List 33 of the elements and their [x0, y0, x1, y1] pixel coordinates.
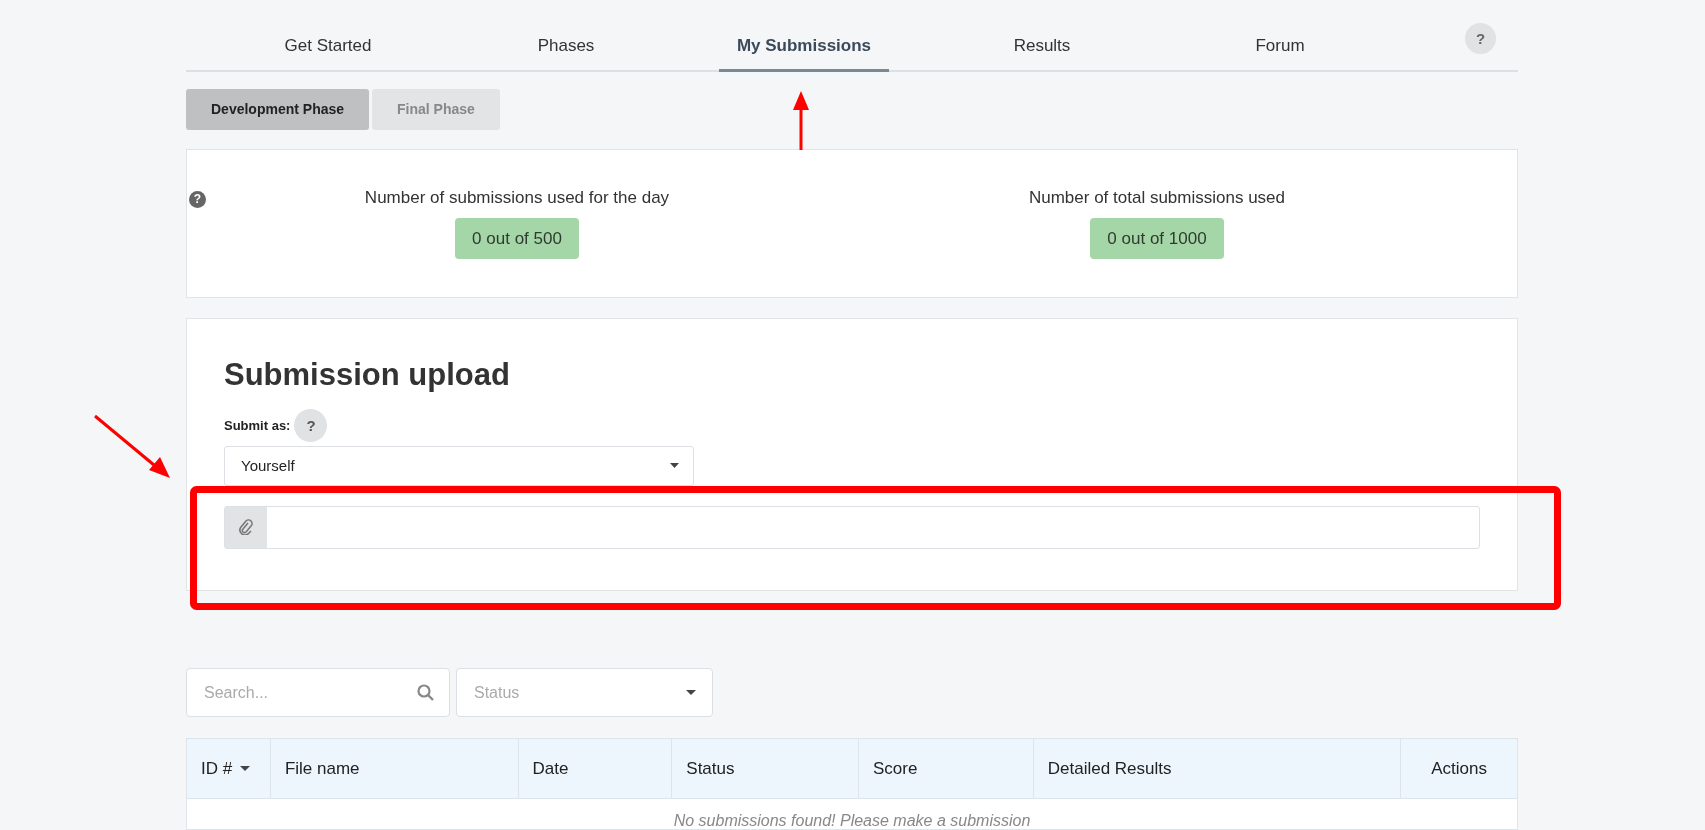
section-title: Submission upload [224, 355, 511, 394]
file-upload-field[interactable] [224, 505, 1480, 549]
annotation-arrow [793, 91, 809, 150]
empty-message: No submissions found! Please make a submission [672, 811, 1032, 829]
nav-tab[interactable]: Forum [1195, 0, 1365, 72]
stat-label: Number of submissions used for the day [364, 187, 670, 208]
help-icon: ? [189, 190, 206, 208]
nav-tab[interactable]: Results [957, 0, 1127, 72]
column-header: Status [672, 739, 859, 798]
help-button[interactable]: ? [1465, 23, 1496, 54]
nav-tab[interactable]: My Submissions [719, 0, 889, 72]
column-header: Actions [1430, 757, 1488, 780]
submit-as-dropdown[interactable]: Yourself [224, 445, 694, 486]
search-icon [417, 684, 434, 701]
column-header: Detailed Results [1033, 739, 1402, 798]
nav-tab[interactable]: Get Started [243, 0, 413, 72]
caret-icon [686, 690, 696, 695]
sort-caret-icon [240, 766, 251, 771]
search-field[interactable]: Search... [186, 668, 450, 717]
column-header: Score [859, 739, 1034, 798]
column-header: File name [270, 739, 519, 798]
count-badge: 0 out of 500 [455, 217, 579, 259]
nav-tab[interactable]: Phases [481, 0, 651, 72]
paperclip-icon [239, 519, 253, 536]
field-label: Submit as: [224, 417, 291, 433]
count-badge: 0 out of 1000 [1090, 217, 1224, 259]
caret-icon [670, 463, 679, 469]
help-button[interactable]: ? [294, 408, 328, 442]
stat-label: Number of total submissions used [1028, 187, 1286, 208]
phase-tab[interactable]: Development Phase [186, 88, 370, 130]
attach-button[interactable] [225, 506, 267, 548]
column-header: Date [518, 739, 673, 798]
column-header[interactable]: ID # [187, 739, 271, 798]
